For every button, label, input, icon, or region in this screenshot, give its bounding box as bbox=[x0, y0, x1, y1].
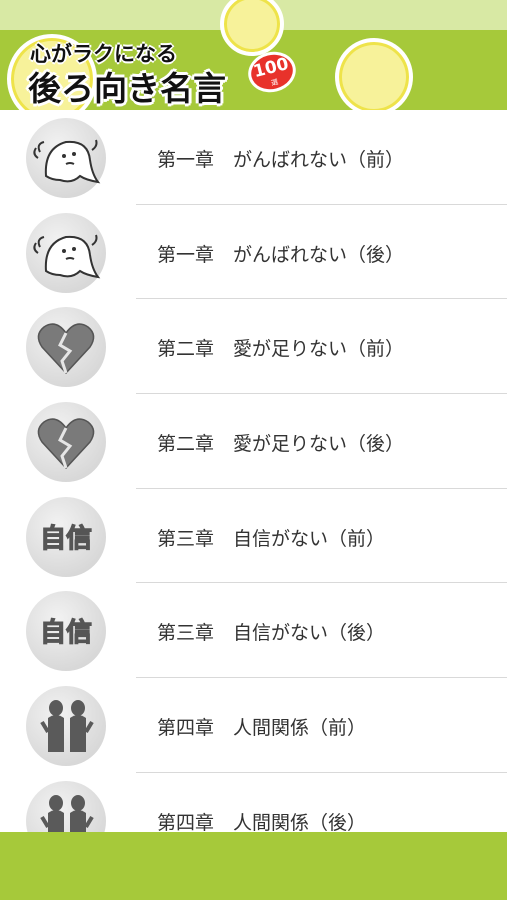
jishin-text: 自信 bbox=[40, 617, 92, 648]
chapter-row[interactable]: 第一章 がんばれない（前） bbox=[0, 110, 507, 205]
chapter-row[interactable]: 第四章 人間関係（前） bbox=[0, 678, 507, 773]
decor-bubble bbox=[335, 38, 413, 110]
chapter-label: 第三章 自信がない（後） bbox=[157, 622, 386, 645]
chapter-label: 第一章 がんばれない（後） bbox=[157, 243, 405, 266]
chapter-label: 第四章 人間関係（前） bbox=[157, 717, 367, 740]
jishin-text-icon: 自信 bbox=[26, 591, 106, 672]
chapter-label: 第三章 自信がない（前） bbox=[157, 527, 386, 550]
chapter-row[interactable]: 第二章 愛が足りない（後） bbox=[0, 394, 507, 489]
jishin-text: 自信 bbox=[40, 523, 92, 554]
chapter-list[interactable]: 第一章 がんばれない（前） 第一章 がんばれない（後） 第二章 愛が足りない（前… bbox=[0, 110, 507, 832]
people-silhouette-icon bbox=[26, 686, 106, 767]
chapter-row[interactable]: 第一章 がんばれない（後） bbox=[0, 205, 507, 300]
chapter-label: 第四章 人間関係（後） bbox=[157, 811, 367, 832]
chapter-row[interactable]: 自信 第三章 自信がない（前） bbox=[0, 489, 507, 584]
ghost-icon bbox=[26, 118, 106, 198]
chapter-label: 第二章 愛が足りない（前） bbox=[157, 338, 405, 361]
chapter-row[interactable]: 第四章 人間関係（後） bbox=[0, 773, 507, 832]
app-header: 心がラクになる 後ろ向き名言 100 選 bbox=[0, 0, 507, 110]
footer-bar bbox=[0, 832, 507, 900]
broken-heart-icon bbox=[26, 402, 106, 483]
chapter-row[interactable]: 第二章 愛が足りない（前） bbox=[0, 299, 507, 395]
chapter-label: 第二章 愛が足りない（後） bbox=[157, 433, 405, 456]
broken-heart-icon bbox=[26, 307, 106, 388]
ghost-icon bbox=[26, 212, 106, 293]
people-silhouette-icon bbox=[26, 780, 106, 832]
jishin-text-icon: 自信 bbox=[26, 496, 106, 577]
app-title: 後ろ向き名言 bbox=[28, 69, 226, 108]
chapter-row[interactable]: 自信 第三章 自信がない（後） bbox=[0, 583, 507, 679]
chapter-label: 第一章 がんばれない（前） bbox=[157, 149, 405, 171]
